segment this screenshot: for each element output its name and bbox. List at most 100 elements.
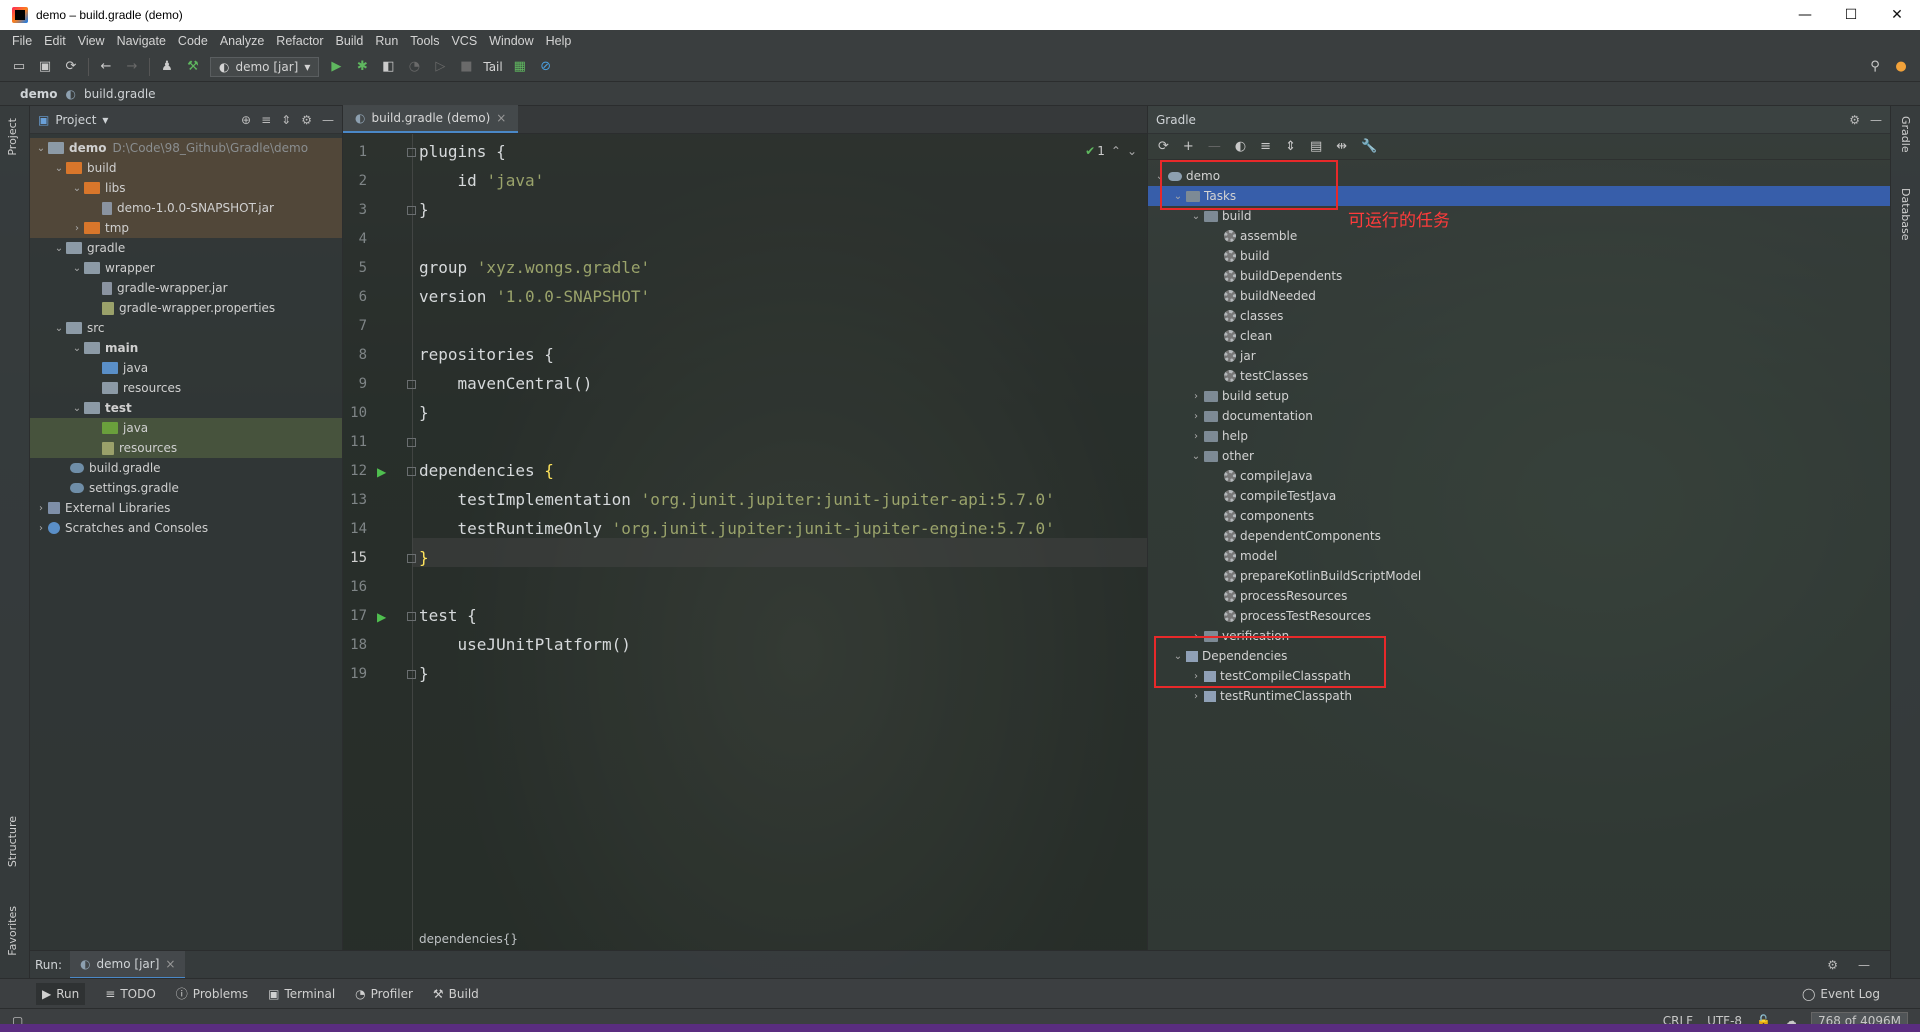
code-line[interactable]: version '1.0.0-SNAPSHOT': [419, 287, 650, 306]
code-line[interactable]: mavenCentral(): [419, 374, 593, 393]
expand-all-icon[interactable]: ≡: [261, 113, 271, 127]
tool-window-build[interactable]: ⚒ Build: [433, 987, 479, 1001]
fold-marker-icon[interactable]: [407, 148, 416, 157]
gradle-task-clean[interactable]: clean: [1148, 326, 1891, 346]
tree-row-libs[interactable]: ⌄ libs: [30, 178, 342, 198]
tool-window-event-log[interactable]: ◯ Event Log: [1802, 987, 1920, 1001]
user-icon[interactable]: ♟: [158, 58, 176, 76]
chevron-up-icon[interactable]: ⌃: [1111, 144, 1121, 158]
tree-row-demo[interactable]: ⌄ demo D:\Code\98_Github\Gradle\demo: [30, 138, 342, 158]
gear-icon[interactable]: ⚙: [1827, 958, 1838, 972]
gradle-task-build[interactable]: build: [1148, 246, 1891, 266]
run-tab-demo-jar[interactable]: ◐ demo [jar] ×: [70, 950, 186, 979]
menu-vcs[interactable]: VCS: [445, 34, 483, 48]
fold-marker-icon[interactable]: [407, 380, 416, 389]
coverage-icon[interactable]: ◧: [379, 58, 397, 76]
gradle-task-components[interactable]: components: [1148, 506, 1891, 526]
breadcrumb-project[interactable]: demo: [20, 87, 57, 101]
gear-icon[interactable]: ⚙: [1849, 113, 1860, 127]
gradle-task-dependentcomponents[interactable]: dependentComponents: [1148, 526, 1891, 546]
group-tasks-icon[interactable]: ▤: [1310, 139, 1322, 154]
run-gutter-icon[interactable]: ▶: [377, 610, 386, 624]
tree-row-main-resources[interactable]: resources: [30, 378, 342, 398]
tree-row-test[interactable]: ⌄ test: [30, 398, 342, 418]
tree-row-main[interactable]: ⌄ main: [30, 338, 342, 358]
tree-row-main-java[interactable]: java: [30, 358, 342, 378]
menu-edit[interactable]: Edit: [38, 34, 72, 48]
fold-marker-icon[interactable]: [407, 206, 416, 215]
sync-icon[interactable]: ⟳: [62, 58, 80, 76]
chevron-right-icon[interactable]: ›: [34, 503, 48, 514]
chevron-down-icon[interactable]: ⌄: [52, 323, 66, 334]
gradle-task-compiletestjava[interactable]: compileTestJava: [1148, 486, 1891, 506]
gradle-task-classes[interactable]: classes: [1148, 306, 1891, 326]
gradle-task-jar[interactable]: jar: [1148, 346, 1891, 366]
run-gutter-icon[interactable]: ▶: [377, 465, 386, 479]
chevron-down-icon[interactable]: ⌄: [70, 183, 84, 194]
menu-tools[interactable]: Tools: [404, 34, 445, 48]
gradle-task-processtestresources[interactable]: processTestResources: [1148, 606, 1891, 626]
database-tool-tab[interactable]: Database: [1899, 188, 1912, 241]
execute-task-icon[interactable]: ◐: [1235, 139, 1246, 154]
chevron-right-icon[interactable]: ›: [1188, 431, 1204, 442]
breadcrumb-file[interactable]: build.gradle: [84, 87, 156, 101]
chevron-down-icon[interactable]: ⌄: [34, 143, 48, 154]
save-all-icon[interactable]: ▣: [36, 58, 54, 76]
gradle-task-builddependents[interactable]: buildDependents: [1148, 266, 1891, 286]
open-folder-icon[interactable]: ▭: [10, 58, 28, 76]
chevron-right-icon[interactable]: ›: [1188, 391, 1204, 402]
collapse-all-icon[interactable]: ⇕: [1285, 139, 1296, 154]
hide-icon[interactable]: —: [1858, 958, 1870, 972]
search-icon[interactable]: ⚲: [1866, 58, 1884, 76]
project-view-select[interactable]: Project: [55, 113, 96, 127]
tree-row-gradle[interactable]: ⌄ gradle: [30, 238, 342, 258]
disable-icon[interactable]: ⊘: [537, 58, 555, 76]
tool-window-profiler[interactable]: ◔ Profiler: [355, 987, 413, 1001]
menu-window[interactable]: Window: [483, 34, 539, 48]
chevron-right-icon[interactable]: ›: [70, 223, 84, 234]
chevron-right-icon[interactable]: ›: [1188, 691, 1204, 702]
hide-icon[interactable]: —: [322, 113, 334, 127]
chevron-down-icon[interactable]: ▾: [102, 113, 108, 127]
close-icon[interactable]: ×: [496, 111, 506, 125]
gradle-task-model[interactable]: model: [1148, 546, 1891, 566]
tree-row-tmp[interactable]: › tmp: [30, 218, 342, 238]
tail-button[interactable]: Tail: [483, 60, 502, 74]
wrench-icon[interactable]: 🔧: [1361, 139, 1377, 154]
inspection-status[interactable]: ✔ 1 ⌃ ⌄: [1085, 144, 1137, 158]
tree-row-jar[interactable]: demo-1.0.0-SNAPSHOT.jar: [30, 198, 342, 218]
chevron-down-icon[interactable]: ⌄: [1127, 144, 1137, 158]
menu-view[interactable]: View: [72, 34, 111, 48]
run-secondary-icon[interactable]: ▷: [431, 58, 449, 76]
fold-marker-icon[interactable]: [407, 467, 416, 476]
tree-row-external-libraries[interactable]: › External Libraries: [30, 498, 342, 518]
menu-run[interactable]: Run: [369, 34, 404, 48]
tree-row-wrapper[interactable]: ⌄ wrapper: [30, 258, 342, 278]
update-icon[interactable]: ●: [1892, 58, 1910, 76]
stop-icon[interactable]: ■: [457, 58, 475, 76]
chevron-down-icon[interactable]: ⌄: [52, 163, 66, 174]
chevron-down-icon[interactable]: ⌄: [52, 243, 66, 254]
remove-icon[interactable]: —: [1208, 139, 1221, 154]
menu-build[interactable]: Build: [330, 34, 370, 48]
profile-icon[interactable]: ◔: [405, 58, 423, 76]
tab-build-gradle[interactable]: ◐ build.gradle (demo) ×: [343, 105, 519, 133]
tree-row-scratches[interactable]: › Scratches and Consoles: [30, 518, 342, 538]
close-button[interactable]: ✕: [1874, 0, 1920, 30]
chevron-right-icon[interactable]: ›: [34, 523, 48, 534]
menu-help[interactable]: Help: [540, 34, 578, 48]
expand-all-icon[interactable]: ≡: [1260, 139, 1271, 154]
fold-marker-icon[interactable]: [407, 612, 416, 621]
tree-row-build[interactable]: ⌄ build: [30, 158, 342, 178]
forward-arrow-icon[interactable]: →: [123, 58, 141, 76]
menu-analyze[interactable]: Analyze: [214, 34, 270, 48]
structure-tool-tab[interactable]: Structure: [6, 816, 19, 867]
run-icon[interactable]: ▶: [327, 58, 345, 76]
code-line[interactable]: }: [419, 664, 429, 683]
editor-breadcrumb[interactable]: dependencies{}: [419, 932, 518, 946]
tool-window-todo[interactable]: ≡ TODO: [105, 987, 156, 1001]
chevron-down-icon[interactable]: ⌄: [1188, 451, 1204, 462]
gear-icon[interactable]: ⚙: [301, 113, 312, 127]
tree-row-build-gradle[interactable]: build.gradle: [30, 458, 342, 478]
gradle-task-preparekotlin[interactable]: prepareKotlinBuildScriptModel: [1148, 566, 1891, 586]
